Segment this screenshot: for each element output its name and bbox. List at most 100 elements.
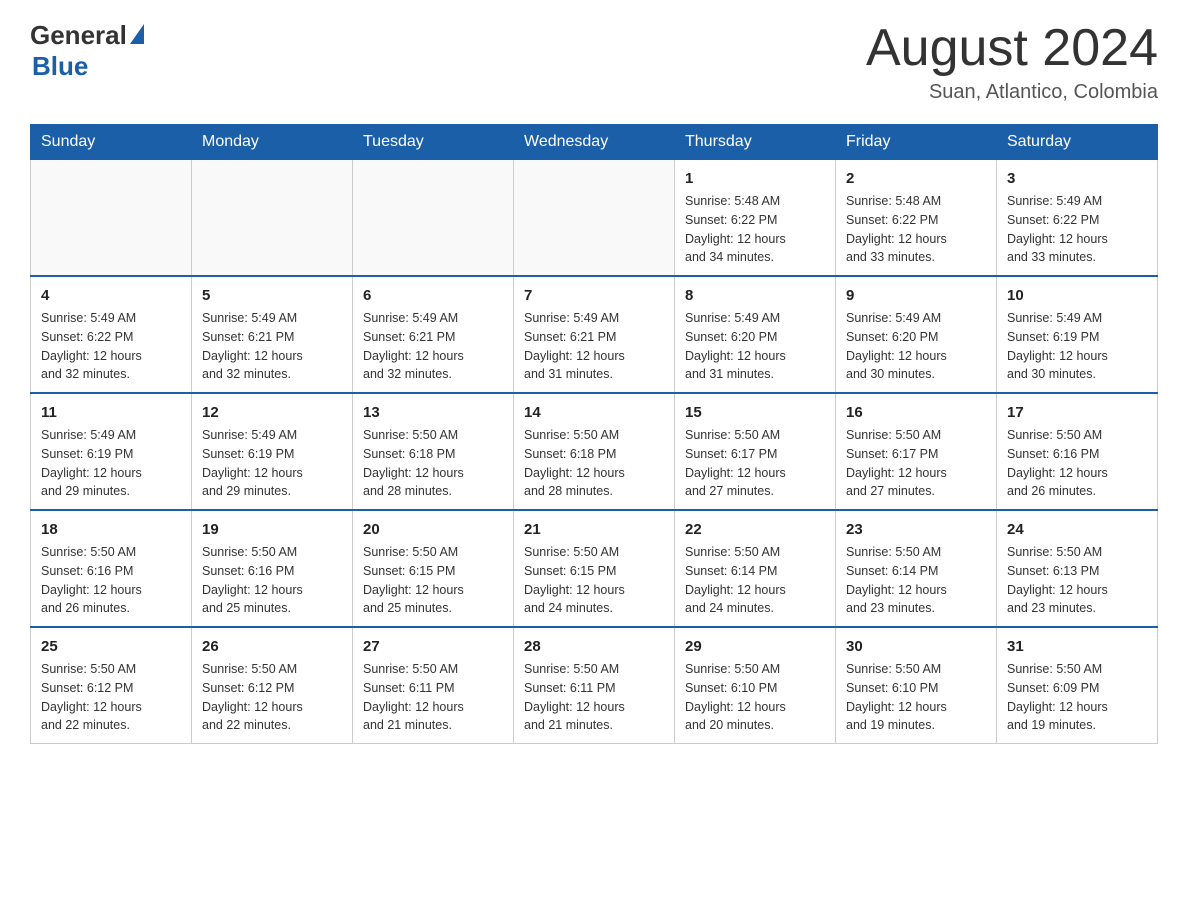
calendar-cell: 9 Sunrise: 5:49 AM Sunset: 6:20 PM Daylig… bbox=[836, 276, 997, 393]
day-number: 1 bbox=[685, 168, 825, 189]
calendar-cell: 1 Sunrise: 5:48 AM Sunset: 6:22 PM Daylig… bbox=[675, 160, 836, 277]
calendar-cell: 2 Sunrise: 5:48 AM Sunset: 6:22 PM Daylig… bbox=[836, 160, 997, 277]
calendar-cell: 28 Sunrise: 5:50 AM Sunset: 6:11 PM Dayli… bbox=[514, 627, 675, 744]
calendar-cell: 4 Sunrise: 5:49 AM Sunset: 6:22 PM Daylig… bbox=[31, 276, 192, 393]
logo-blue-text: Blue bbox=[32, 51, 88, 82]
day-info: Sunrise: 5:50 AM Sunset: 6:14 PM Dayligh… bbox=[846, 543, 986, 618]
day-number: 15 bbox=[685, 402, 825, 423]
day-number: 4 bbox=[41, 285, 181, 306]
day-info: Sunrise: 5:49 AM Sunset: 6:20 PM Dayligh… bbox=[685, 309, 825, 384]
calendar-week-row: 1 Sunrise: 5:48 AM Sunset: 6:22 PM Daylig… bbox=[31, 160, 1158, 277]
day-info: Sunrise: 5:49 AM Sunset: 6:22 PM Dayligh… bbox=[41, 309, 181, 384]
day-info: Sunrise: 5:49 AM Sunset: 6:21 PM Dayligh… bbox=[524, 309, 664, 384]
day-of-week-header: Monday bbox=[192, 125, 353, 160]
day-info: Sunrise: 5:50 AM Sunset: 6:18 PM Dayligh… bbox=[363, 426, 503, 501]
day-number: 28 bbox=[524, 636, 664, 657]
day-number: 24 bbox=[1007, 519, 1147, 540]
calendar-cell bbox=[192, 160, 353, 277]
title-block: August 2024 Suan, Atlantico, Colombia bbox=[866, 20, 1158, 104]
day-number: 9 bbox=[846, 285, 986, 306]
day-of-week-header: Friday bbox=[836, 125, 997, 160]
day-number: 10 bbox=[1007, 285, 1147, 306]
day-number: 5 bbox=[202, 285, 342, 306]
day-number: 2 bbox=[846, 168, 986, 189]
calendar-cell: 21 Sunrise: 5:50 AM Sunset: 6:15 PM Dayli… bbox=[514, 510, 675, 627]
day-info: Sunrise: 5:50 AM Sunset: 6:16 PM Dayligh… bbox=[202, 543, 342, 618]
day-info: Sunrise: 5:49 AM Sunset: 6:21 PM Dayligh… bbox=[202, 309, 342, 384]
calendar-cell: 11 Sunrise: 5:49 AM Sunset: 6:19 PM Dayli… bbox=[31, 393, 192, 510]
calendar-cell: 15 Sunrise: 5:50 AM Sunset: 6:17 PM Dayli… bbox=[675, 393, 836, 510]
day-of-week-header: Sunday bbox=[31, 125, 192, 160]
day-info: Sunrise: 5:49 AM Sunset: 6:21 PM Dayligh… bbox=[363, 309, 503, 384]
day-info: Sunrise: 5:49 AM Sunset: 6:19 PM Dayligh… bbox=[41, 426, 181, 501]
day-info: Sunrise: 5:50 AM Sunset: 6:16 PM Dayligh… bbox=[1007, 426, 1147, 501]
calendar-cell: 27Sunrise: 5:50 AM Sunset: 6:11 PM Dayli… bbox=[353, 627, 514, 744]
day-of-week-header: Wednesday bbox=[514, 125, 675, 160]
day-info: Sunrise: 5:48 AM Sunset: 6:22 PM Dayligh… bbox=[846, 192, 986, 267]
calendar-cell: 12 Sunrise: 5:49 AM Sunset: 6:19 PM Dayli… bbox=[192, 393, 353, 510]
day-info: Sunrise: 5:50 AM Sunset: 6:10 PM Dayligh… bbox=[846, 660, 986, 735]
day-info: Sunrise: 5:50 AM Sunset: 6:13 PM Dayligh… bbox=[1007, 543, 1147, 618]
day-info: Sunrise: 5:50 AM Sunset: 6:12 PM Dayligh… bbox=[202, 660, 342, 735]
page-header: General Blue August 2024 Suan, Atlantico… bbox=[30, 20, 1158, 104]
location-title: Suan, Atlantico, Colombia bbox=[866, 81, 1158, 104]
day-info: Sunrise: 5:48 AM Sunset: 6:22 PM Dayligh… bbox=[685, 192, 825, 267]
calendar-cell: 13 Sunrise: 5:50 AM Sunset: 6:18 PM Dayli… bbox=[353, 393, 514, 510]
calendar-cell: 26Sunrise: 5:50 AM Sunset: 6:12 PM Dayli… bbox=[192, 627, 353, 744]
day-info: Sunrise: 5:49 AM Sunset: 6:19 PM Dayligh… bbox=[1007, 309, 1147, 384]
calendar-cell: 19 Sunrise: 5:50 AM Sunset: 6:16 PM Dayli… bbox=[192, 510, 353, 627]
calendar-week-row: 4 Sunrise: 5:49 AM Sunset: 6:22 PM Daylig… bbox=[31, 276, 1158, 393]
calendar-cell: 5 Sunrise: 5:49 AM Sunset: 6:21 PM Daylig… bbox=[192, 276, 353, 393]
calendar-cell bbox=[353, 160, 514, 277]
day-number: 30 bbox=[846, 636, 986, 657]
calendar-table: SundayMondayTuesdayWednesdayThursdayFrid… bbox=[30, 124, 1158, 744]
day-info: Sunrise: 5:50 AM Sunset: 6:11 PM Dayligh… bbox=[524, 660, 664, 735]
calendar-week-row: 25 Sunrise: 5:50 AM Sunset: 6:12 PM Dayli… bbox=[31, 627, 1158, 744]
calendar-cell bbox=[31, 160, 192, 277]
day-number: 19 bbox=[202, 519, 342, 540]
day-number: 17 bbox=[1007, 402, 1147, 423]
calendar-cell: 16 Sunrise: 5:50 AM Sunset: 6:17 PM Dayli… bbox=[836, 393, 997, 510]
day-info: Sunrise: 5:50 AM Sunset: 6:15 PM Dayligh… bbox=[524, 543, 664, 618]
calendar-cell: 29Sunrise: 5:50 AM Sunset: 6:10 PM Dayli… bbox=[675, 627, 836, 744]
day-info: Sunrise: 5:50 AM Sunset: 6:17 PM Dayligh… bbox=[846, 426, 986, 501]
calendar-cell: 8 Sunrise: 5:49 AM Sunset: 6:20 PM Daylig… bbox=[675, 276, 836, 393]
calendar-cell: 20 Sunrise: 5:50 AM Sunset: 6:15 PM Dayli… bbox=[353, 510, 514, 627]
day-info: Sunrise: 5:50 AM Sunset: 6:12 PM Dayligh… bbox=[41, 660, 181, 735]
day-info: Sunrise: 5:49 AM Sunset: 6:22 PM Dayligh… bbox=[1007, 192, 1147, 267]
day-number: 31 bbox=[1007, 636, 1147, 657]
calendar-cell: 25 Sunrise: 5:50 AM Sunset: 6:12 PM Dayli… bbox=[31, 627, 192, 744]
day-info: Sunrise: 5:49 AM Sunset: 6:19 PM Dayligh… bbox=[202, 426, 342, 501]
day-number: 16 bbox=[846, 402, 986, 423]
calendar-cell: 22Sunrise: 5:50 AM Sunset: 6:14 PM Dayli… bbox=[675, 510, 836, 627]
logo-triangle-icon bbox=[130, 24, 144, 44]
day-number: 13 bbox=[363, 402, 503, 423]
day-number: 20 bbox=[363, 519, 503, 540]
logo-general-text: General bbox=[30, 20, 127, 51]
calendar-cell: 17 Sunrise: 5:50 AM Sunset: 6:16 PM Dayli… bbox=[997, 393, 1158, 510]
day-info: Sunrise: 5:50 AM Sunset: 6:09 PM Dayligh… bbox=[1007, 660, 1147, 735]
calendar-cell: 7Sunrise: 5:49 AM Sunset: 6:21 PM Daylig… bbox=[514, 276, 675, 393]
calendar-header-row: SundayMondayTuesdayWednesdayThursdayFrid… bbox=[31, 125, 1158, 160]
calendar-cell: 10 Sunrise: 5:49 AM Sunset: 6:19 PM Dayli… bbox=[997, 276, 1158, 393]
day-info: Sunrise: 5:50 AM Sunset: 6:16 PM Dayligh… bbox=[41, 543, 181, 618]
day-number: 25 bbox=[41, 636, 181, 657]
day-of-week-header: Saturday bbox=[997, 125, 1158, 160]
day-info: Sunrise: 5:49 AM Sunset: 6:20 PM Dayligh… bbox=[846, 309, 986, 384]
month-title: August 2024 bbox=[866, 20, 1158, 77]
day-number: 18 bbox=[41, 519, 181, 540]
day-of-week-header: Thursday bbox=[675, 125, 836, 160]
day-number: 11 bbox=[41, 402, 181, 423]
calendar-cell: 14Sunrise: 5:50 AM Sunset: 6:18 PM Dayli… bbox=[514, 393, 675, 510]
day-number: 12 bbox=[202, 402, 342, 423]
day-info: Sunrise: 5:50 AM Sunset: 6:15 PM Dayligh… bbox=[363, 543, 503, 618]
calendar-cell: 24 Sunrise: 5:50 AM Sunset: 6:13 PM Dayli… bbox=[997, 510, 1158, 627]
day-info: Sunrise: 5:50 AM Sunset: 6:17 PM Dayligh… bbox=[685, 426, 825, 501]
calendar-week-row: 18 Sunrise: 5:50 AM Sunset: 6:16 PM Dayli… bbox=[31, 510, 1158, 627]
day-number: 21 bbox=[524, 519, 664, 540]
day-number: 22 bbox=[685, 519, 825, 540]
day-number: 8 bbox=[685, 285, 825, 306]
day-number: 3 bbox=[1007, 168, 1147, 189]
day-number: 27 bbox=[363, 636, 503, 657]
calendar-cell: 6Sunrise: 5:49 AM Sunset: 6:21 PM Daylig… bbox=[353, 276, 514, 393]
